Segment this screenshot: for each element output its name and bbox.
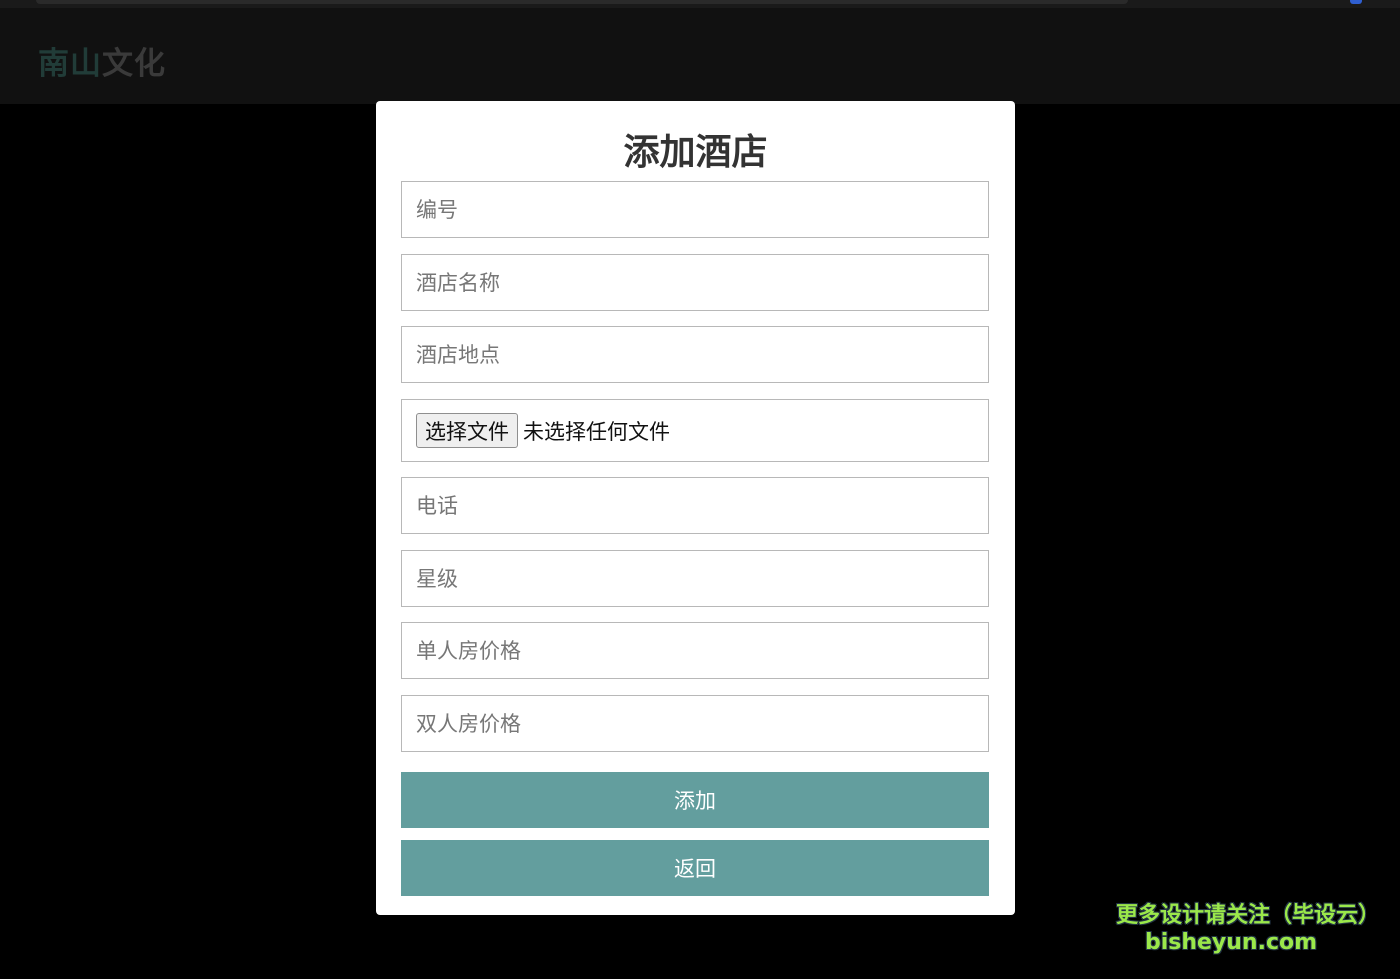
logo-text-part2: 文化 (102, 46, 166, 82)
logo-text-part1: 南山 (38, 46, 102, 82)
star-rating-input[interactable] (401, 550, 989, 607)
double-room-price-input[interactable] (401, 695, 989, 752)
navbar: 南山文化 (0, 8, 1400, 104)
watermark-line1: 更多设计请关注（毕设云） (1116, 903, 1381, 928)
browser-top-strip (0, 0, 1400, 8)
watermark-line2: bisheyun.com (1144, 930, 1318, 955)
add-hotel-modal: 添加酒店 选择文件 未选择任何文件 添加 返回 (376, 101, 1015, 915)
number-input[interactable] (401, 181, 989, 238)
back-button[interactable]: 返回 (401, 840, 989, 896)
scroll-track (36, 0, 1128, 4)
tab-indicator (1350, 0, 1362, 4)
file-upload-field: 选择文件 未选择任何文件 (401, 399, 989, 462)
watermark: 更多设计请关注（毕设云） bisheyun.com (1116, 902, 1381, 956)
modal-title: 添加酒店 (623, 132, 768, 173)
choose-file-button[interactable]: 选择文件 (416, 413, 518, 448)
single-room-price-input[interactable] (401, 622, 989, 679)
phone-input[interactable] (401, 477, 989, 534)
add-button[interactable]: 添加 (401, 772, 989, 828)
site-logo[interactable]: 南山文化 (38, 38, 166, 83)
hotel-location-input[interactable] (401, 326, 989, 383)
file-status-text: 未选择任何文件 (523, 419, 670, 444)
hotel-name-input[interactable] (401, 254, 989, 311)
